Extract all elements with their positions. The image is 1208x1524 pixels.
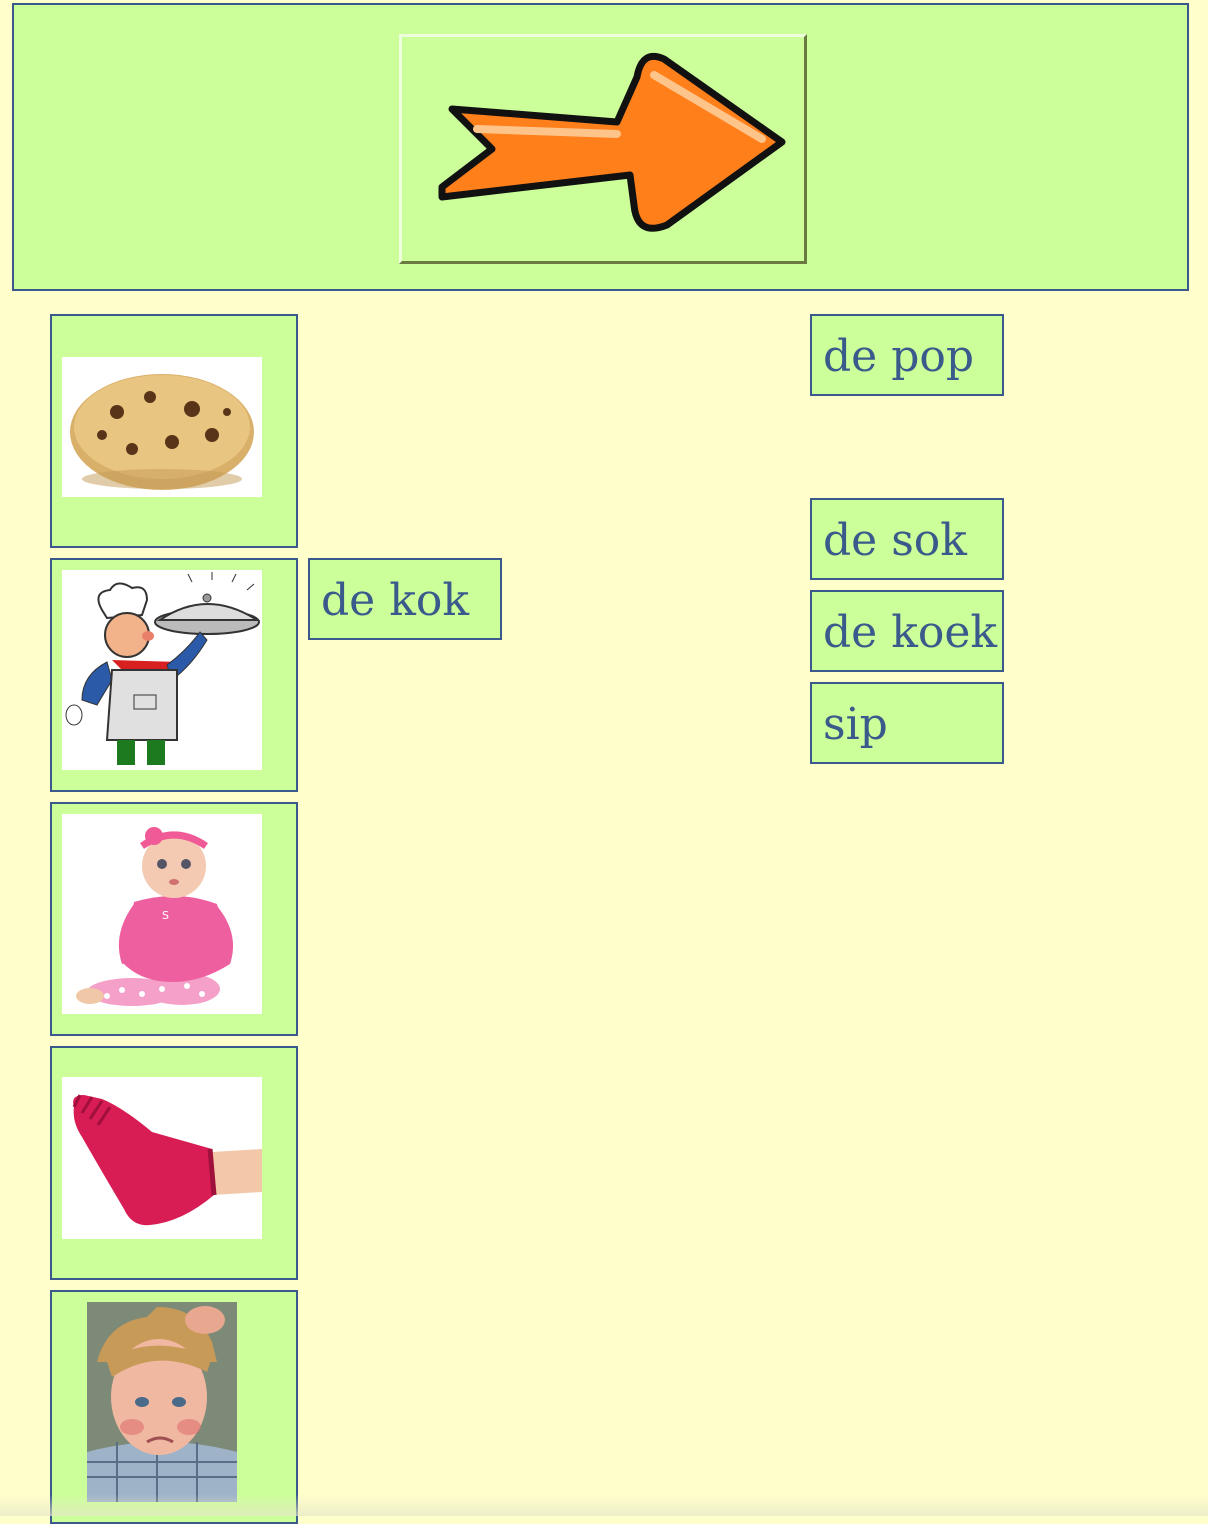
word-card-bank-2[interactable]: de sok [810, 498, 1004, 580]
top-toolbar [12, 3, 1189, 291]
chef-image [62, 570, 262, 770]
next-button[interactable] [399, 34, 807, 264]
picture-card-sad-boy [50, 1290, 298, 1524]
arrow-right-icon [438, 52, 786, 232]
doll-image: S [62, 814, 262, 1014]
word-card-placed[interactable]: de kok [308, 558, 502, 640]
picture-card-doll: S [50, 802, 298, 1036]
word-card-bank-1[interactable]: de pop [810, 314, 1004, 396]
picture-card-cookie [50, 314, 298, 548]
sock-image [62, 1077, 262, 1239]
picture-card-chef [50, 558, 298, 792]
bottom-shadow [0, 1494, 1208, 1516]
word-card-bank-4[interactable]: sip [810, 682, 1004, 764]
sad-boy-image [87, 1302, 237, 1502]
word-card-bank-3[interactable]: de koek [810, 590, 1004, 672]
cookie-image [62, 357, 262, 497]
svg-text:S: S [162, 909, 169, 922]
picture-card-sock [50, 1046, 298, 1280]
